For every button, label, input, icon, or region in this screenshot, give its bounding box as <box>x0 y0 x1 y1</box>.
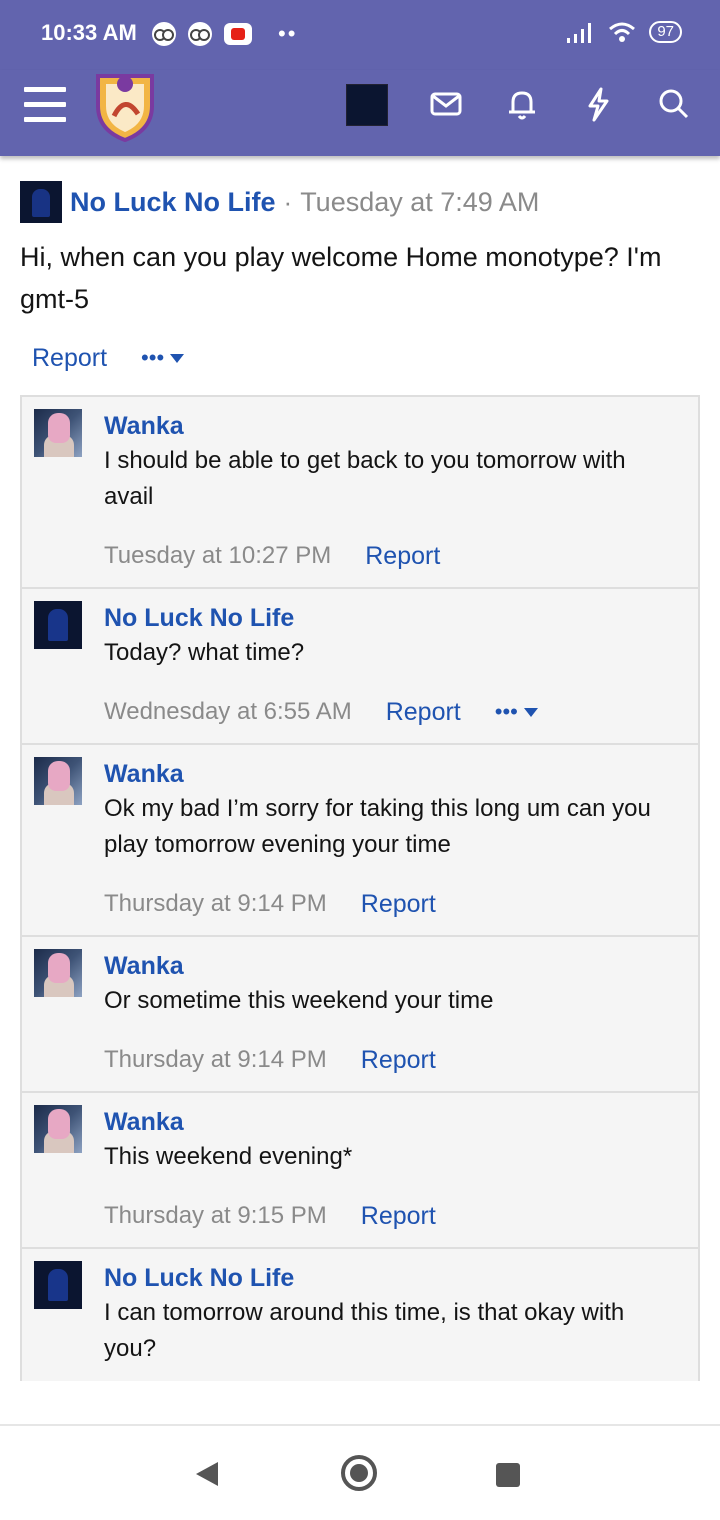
comment-avatar[interactable] <box>34 949 82 997</box>
caret-down-icon <box>523 707 538 717</box>
comment-footer: Thursday at 9:14 PM Report <box>104 1043 678 1077</box>
wifi-icon <box>609 22 636 42</box>
comment-list: Wanka I should be able to get back to yo… <box>20 395 700 1381</box>
status-right: 97 <box>565 20 682 44</box>
separator: · <box>283 186 293 217</box>
comment: Wanka Ok my bad I’m sorry for taking thi… <box>22 745 698 937</box>
comment-author[interactable]: Wanka <box>104 409 678 443</box>
owl-app-icon <box>152 22 176 46</box>
comment-footer: Thursday at 9:14 PM Report <box>104 887 678 921</box>
status-time: 10:33 AM <box>41 20 137 45</box>
status-notification-icons: •• <box>152 22 297 46</box>
profile-post: No Luck No Life · Tuesday at 7:49 AM Hi,… <box>20 180 700 378</box>
comment-author[interactable]: No Luck No Life <box>104 601 678 635</box>
system-nav-bar <box>0 1424 720 1520</box>
post-timestamp[interactable]: Tuesday at 7:49 AM <box>300 187 539 218</box>
comment-avatar[interactable] <box>34 757 82 805</box>
mail-icon[interactable] <box>426 84 466 124</box>
bolt-icon[interactable] <box>578 84 618 124</box>
comment-author[interactable]: Wanka <box>104 757 678 791</box>
comment-body: This weekend evening* <box>104 1143 353 1170</box>
signal-icon <box>567 23 592 43</box>
owl-app-icon-2 <box>188 22 212 46</box>
comment-body: I can tomorrow around this time, is that… <box>104 1299 625 1362</box>
comment-footer: Tuesday at 10:27 PM Report <box>104 539 678 573</box>
post-author[interactable]: No Luck No Life <box>70 187 276 218</box>
comment: Wanka I should be able to get back to yo… <box>22 397 698 589</box>
report-link[interactable]: Report <box>361 890 436 919</box>
logo-icon[interactable] <box>92 70 158 142</box>
comment-footer: Wednesday at 6:55 AM Report ••• <box>104 695 678 729</box>
caret-down-icon <box>170 353 185 363</box>
post-header: No Luck No Life · Tuesday at 7:49 AM <box>20 180 700 224</box>
report-link[interactable]: Report <box>361 1046 436 1075</box>
app-header <box>0 70 720 156</box>
comment-author[interactable]: No Luck No Life <box>104 1261 678 1295</box>
comment-timestamp[interactable]: Thursday at 9:14 PM <box>104 890 327 918</box>
more-options-button[interactable]: ••• <box>141 345 185 371</box>
comment-avatar[interactable] <box>34 1261 82 1309</box>
report-link[interactable]: Report <box>361 1202 436 1231</box>
comment: No Luck No Life I can tomorrow around th… <box>22 1249 698 1381</box>
search-icon[interactable] <box>654 84 694 124</box>
comment-avatar[interactable] <box>34 601 82 649</box>
comment-timestamp[interactable]: Thursday at 9:14 PM <box>104 1046 327 1074</box>
comment-body: Or sometime this weekend your time <box>104 987 494 1014</box>
back-icon[interactable] <box>196 1462 218 1486</box>
menu-icon[interactable] <box>24 87 66 125</box>
comment-avatar[interactable] <box>34 409 82 457</box>
report-link[interactable]: Report <box>365 542 440 571</box>
more-notifications-dots: •• <box>278 21 298 46</box>
more-options-button[interactable]: ••• <box>495 699 538 725</box>
more-dots: ••• <box>494 699 518 724</box>
battery-indicator: 97 <box>649 21 682 43</box>
comment-timestamp[interactable]: Wednesday at 6:55 AM <box>104 698 352 726</box>
home-icon[interactable] <box>341 1455 377 1491</box>
more-dots: ••• <box>141 345 165 370</box>
report-link[interactable]: Report <box>32 344 107 373</box>
comment-avatar[interactable] <box>34 1105 82 1153</box>
comment: No Luck No Life Today? what time? Wednes… <box>22 589 698 745</box>
comment-footer: Thursday at 9:15 PM Report <box>104 1199 678 1233</box>
comment-author[interactable]: Wanka <box>104 949 678 983</box>
youtube-icon <box>224 23 252 45</box>
comment-author[interactable]: Wanka <box>104 1105 678 1139</box>
comment-body: Ok my bad I’m sorry for taking this long… <box>104 795 651 858</box>
report-link[interactable]: Report <box>386 698 461 727</box>
author-avatar[interactable] <box>20 181 62 223</box>
comment-body: I should be able to get back to you tomo… <box>104 447 626 510</box>
comment-body: Today? what time? <box>104 639 305 666</box>
comment-timestamp[interactable]: Tuesday at 10:27 PM <box>104 542 331 570</box>
user-avatar[interactable] <box>346 84 388 126</box>
recent-apps-icon[interactable] <box>496 1463 520 1487</box>
comment: Wanka This weekend evening* Thursday at … <box>22 1093 698 1249</box>
status-bar: 10:33 AM •• 97 <box>0 0 720 70</box>
post-actions: Report ••• <box>20 338 700 378</box>
post-body: Hi, when can you play welcome Home monot… <box>20 242 662 314</box>
comment: Wanka Or sometime this weekend your time… <box>22 937 698 1093</box>
comment-timestamp[interactable]: Thursday at 9:15 PM <box>104 1202 327 1230</box>
bell-icon[interactable] <box>502 84 542 124</box>
